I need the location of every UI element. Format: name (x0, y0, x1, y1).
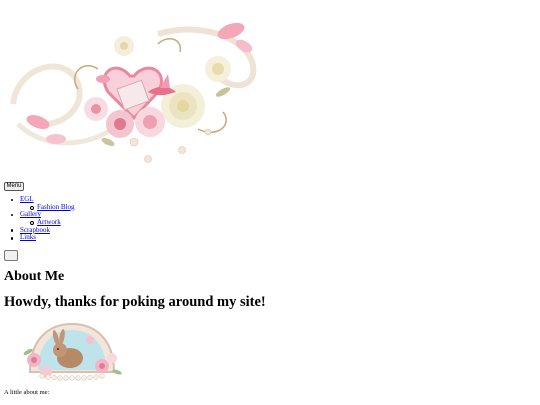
bunny-pearl-frame-icon (23, 322, 122, 381)
nav-link-fashion-blog[interactable]: Fashion Blog (37, 203, 75, 211)
blank-button[interactable] (4, 250, 18, 261)
nav-link-links[interactable]: Links (20, 233, 36, 242)
nav-item-links: Links (0, 234, 75, 242)
nav-link-egl[interactable]: EGL (20, 195, 34, 203)
main-navigation: EGL Fashion Blog Gallery Artwork Scrapbo… (0, 195, 75, 242)
floral-heart-cluster-icon (10, 22, 257, 163)
page-title: About Me (4, 269, 65, 284)
nav-item-scrapbook: Scrapbook (0, 226, 75, 235)
welcome-heading: Howdy, thanks for poking around my site! (4, 294, 266, 310)
intro-text: A little about me: (4, 389, 50, 396)
menu-button[interactable]: Menu (4, 182, 24, 191)
